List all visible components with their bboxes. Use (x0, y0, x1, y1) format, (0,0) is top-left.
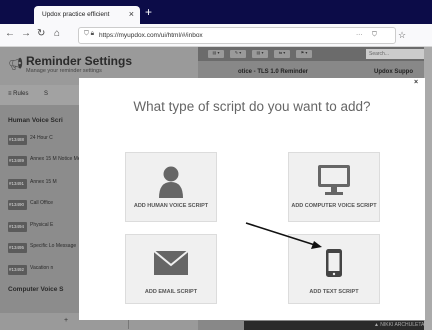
annotation-arrow (245, 222, 322, 249)
browser-window: Updox practice efficient × + ← → ↻ ⌂ htt… (0, 0, 432, 330)
